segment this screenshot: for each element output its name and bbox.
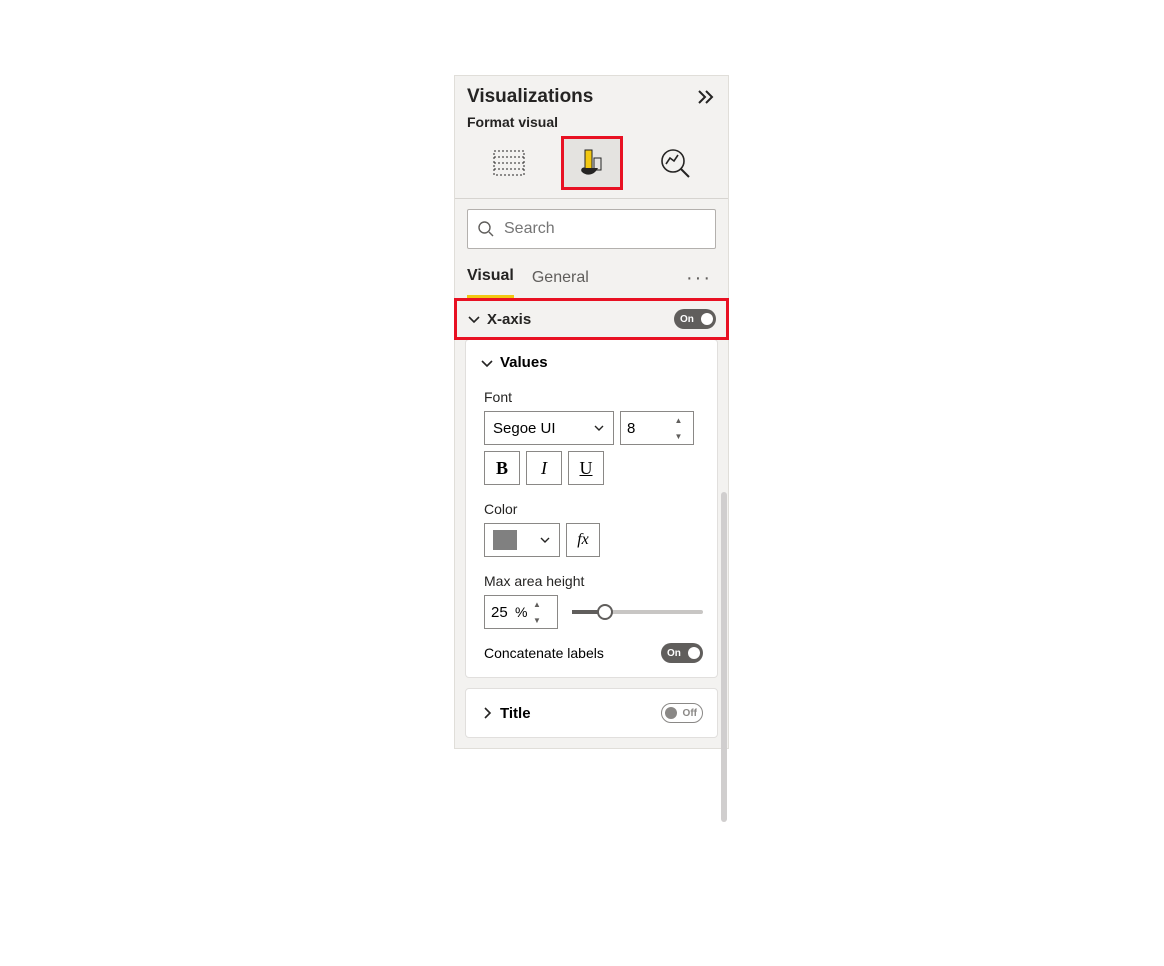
section-xaxis[interactable]: X-axis On bbox=[455, 299, 728, 339]
tab-general[interactable]: General bbox=[532, 261, 589, 297]
more-options-icon[interactable]: ··· bbox=[686, 267, 716, 290]
build-visual-icon[interactable] bbox=[480, 138, 538, 188]
xaxis-toggle[interactable]: On bbox=[674, 309, 716, 329]
color-select[interactable] bbox=[484, 523, 560, 557]
color-swatch bbox=[493, 530, 517, 550]
panel-subtitle: Format visual bbox=[455, 114, 728, 138]
height-spinner[interactable]: ▲ ▼ bbox=[527, 596, 545, 628]
panel-header: Visualizations bbox=[455, 76, 728, 114]
concat-toggle[interactable]: On bbox=[661, 643, 703, 663]
font-size-input[interactable]: ▲ ▼ bbox=[620, 411, 694, 445]
collapse-icon[interactable] bbox=[696, 89, 716, 105]
values-label: Values bbox=[500, 354, 548, 371]
chevron-down-icon bbox=[480, 356, 494, 370]
slider-thumb[interactable] bbox=[597, 604, 613, 620]
chevron-down-icon bbox=[539, 534, 551, 546]
tab-visual[interactable]: Visual bbox=[467, 259, 514, 298]
bold-button[interactable]: B bbox=[484, 451, 520, 485]
font-family-select[interactable]: Segoe UI bbox=[484, 411, 614, 445]
spinner-up-icon[interactable]: ▲ bbox=[528, 596, 545, 612]
chevron-down-icon[interactable] bbox=[467, 312, 481, 326]
section-label: X-axis bbox=[487, 311, 668, 328]
fx-button[interactable]: fx bbox=[566, 523, 600, 557]
mode-row bbox=[455, 138, 728, 198]
italic-button[interactable]: I bbox=[526, 451, 562, 485]
chevron-right-icon bbox=[480, 706, 494, 720]
spinner-up-icon[interactable]: ▲ bbox=[670, 412, 687, 428]
search-wrap bbox=[455, 199, 728, 259]
format-visual-icon[interactable] bbox=[563, 138, 621, 188]
title-label: Title bbox=[500, 705, 531, 722]
values-header[interactable]: Values bbox=[480, 354, 703, 383]
analytics-icon[interactable] bbox=[646, 138, 704, 188]
font-family-value: Segoe UI bbox=[493, 420, 556, 437]
chevron-down-icon bbox=[593, 422, 605, 434]
color-label: Color bbox=[484, 495, 703, 523]
tabs: Visual General ··· bbox=[455, 259, 728, 298]
percent-unit: % bbox=[515, 604, 527, 620]
search-icon bbox=[477, 220, 495, 238]
scrollbar[interactable] bbox=[721, 492, 727, 822]
title-toggle[interactable]: Off bbox=[661, 703, 703, 723]
max-height-input[interactable]: % ▲ ▼ bbox=[484, 595, 558, 629]
panel-title: Visualizations bbox=[467, 86, 593, 108]
font-label: Font bbox=[484, 383, 703, 411]
visualizations-panel: Visualizations Format visual bbox=[454, 75, 729, 749]
spinner-down-icon[interactable]: ▼ bbox=[528, 612, 545, 628]
title-card[interactable]: Title Off bbox=[465, 688, 718, 738]
font-size-spinner[interactable]: ▲ ▼ bbox=[669, 412, 687, 444]
font-size-value[interactable] bbox=[621, 412, 669, 444]
max-height-value[interactable] bbox=[485, 596, 515, 628]
search-input[interactable] bbox=[467, 209, 716, 249]
underline-button[interactable]: U bbox=[568, 451, 604, 485]
max-height-slider[interactable] bbox=[572, 610, 703, 614]
concat-label: Concatenate labels bbox=[484, 645, 604, 661]
values-card: Values Font Segoe UI ▲ ▼ B I U Color bbox=[465, 339, 718, 678]
spinner-down-icon[interactable]: ▼ bbox=[670, 428, 687, 444]
max-height-label: Max area height bbox=[484, 567, 703, 595]
